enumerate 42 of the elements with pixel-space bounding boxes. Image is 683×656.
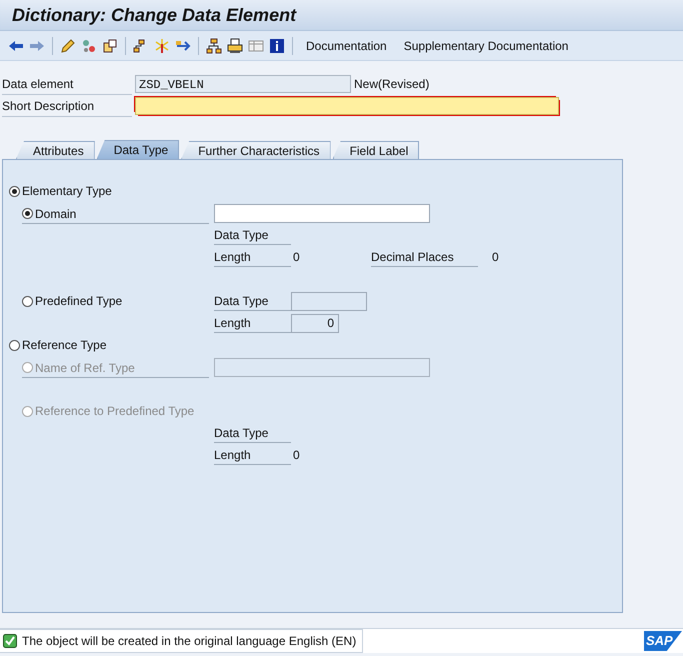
radio-label: Domain [35, 206, 76, 220]
radio-label: Predefined Type [35, 294, 122, 308]
tab[interactable]: Data Type [96, 140, 180, 159]
tab[interactable]: Further Characteristics [181, 141, 331, 159]
pencil-icon[interactable] [60, 38, 76, 54]
window-title: Dictionary: Change Data Element [12, 4, 296, 26]
status-text: New(Revised) [354, 77, 430, 91]
radio-label: Reference to Predefined Type [35, 404, 194, 418]
radio-button[interactable] [22, 296, 33, 306]
field-label: Decimal Places [371, 247, 478, 267]
tab[interactable]: Field Label [332, 141, 420, 159]
radio-label: Reference Type [22, 338, 106, 352]
status-message: The object will be created in the original language English (EN) [22, 634, 356, 648]
field-label: Length [214, 247, 291, 267]
length-value: 0 [292, 448, 301, 462]
tree-icon[interactable] [206, 38, 222, 54]
radio-label: Name of Ref. Type [35, 360, 135, 374]
copy-icon[interactable] [102, 38, 118, 54]
toolbar-button[interactable]: Documentation [300, 38, 393, 52]
field-label: Short Description [2, 96, 132, 116]
field-label: Data Type [214, 423, 291, 443]
radio-label: Elementary Type [22, 184, 112, 198]
toolbar-button[interactable]: Supplementary Documentation [398, 38, 574, 52]
data-element-field[interactable]: ZSD_VBELN [135, 75, 351, 93]
data-type-field[interactable] [291, 292, 367, 310]
decimal-places-value: 0 [491, 250, 499, 264]
length-field[interactable]: 0 [291, 314, 339, 332]
short-description-field[interactable] [135, 97, 559, 115]
tab[interactable]: Attributes [16, 141, 95, 159]
sap-logo: SAP [644, 631, 682, 651]
radio-button[interactable] [9, 340, 20, 350]
radio-button[interactable] [9, 186, 20, 196]
field-label: Data element [2, 74, 132, 94]
ref-type-field[interactable] [214, 358, 430, 376]
info-icon[interactable] [269, 38, 285, 54]
radio-button[interactable] [22, 208, 33, 219]
sparkle-icon[interactable] [154, 38, 170, 54]
field-label: Length [214, 445, 291, 465]
length-value: 0 [292, 250, 301, 264]
printer-icon[interactable] [227, 38, 243, 54]
domain-field[interactable] [214, 204, 430, 222]
field-label: Data Type [214, 225, 291, 245]
